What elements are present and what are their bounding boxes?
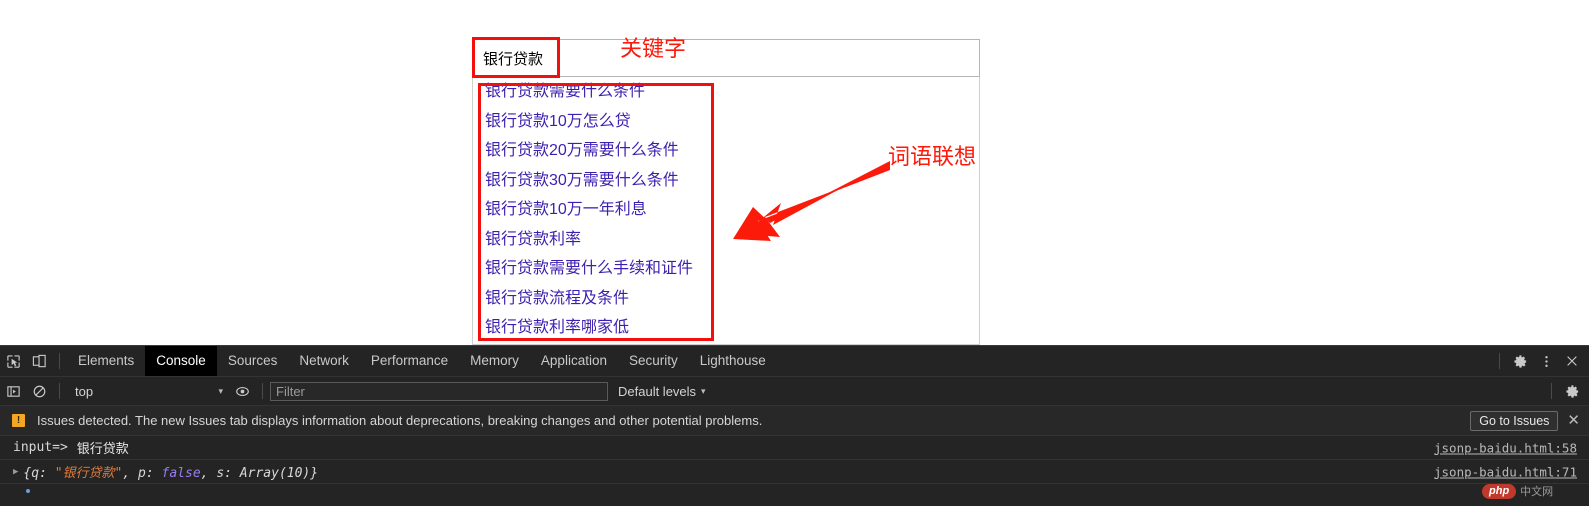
suggestion-item[interactable]: 银行贷款10万一年利息: [473, 195, 979, 225]
console-log-row[interactable]: input=> 银行贷款 jsonp-baidu.html:58: [0, 436, 1589, 460]
console-filter-input[interactable]: [270, 381, 608, 401]
gear-icon[interactable]: [1507, 348, 1533, 374]
object-open: {q:: [23, 466, 55, 481]
toolbar-divider: [59, 383, 60, 399]
suggestion-item[interactable]: 银行贷款需要什么手续和证件: [473, 254, 979, 284]
devtools-tabbar: Elements Console Sources Network Perform…: [0, 346, 1589, 377]
inspect-element-icon[interactable]: [0, 348, 26, 374]
console-log-label: input=>: [13, 440, 68, 455]
tab-performance[interactable]: Performance: [360, 346, 459, 376]
execution-context-select[interactable]: top ▾: [67, 381, 229, 401]
devtools-panel: Elements Console Sources Network Perform…: [0, 345, 1589, 506]
tab-sources[interactable]: Sources: [217, 346, 289, 376]
suggestion-item[interactable]: 银行贷款30万需要什么条件: [473, 166, 979, 196]
suggestion-item[interactable]: 银行贷款利率: [473, 225, 979, 255]
tab-security[interactable]: Security: [618, 346, 689, 376]
toolbar-divider: [1551, 383, 1552, 399]
console-sidebar-icon[interactable]: [0, 378, 26, 404]
toolbar-divider: [59, 353, 60, 369]
live-expression-icon[interactable]: [229, 378, 255, 404]
log-levels-select[interactable]: Default levels ▾: [618, 384, 706, 399]
console-toolbar: top ▾ Default levels ▾: [0, 377, 1589, 406]
suggestion-dropdown: 银行贷款需要什么条件 银行贷款10万怎么贷 银行贷款20万需要什么条件 银行贷款…: [472, 77, 980, 345]
expand-arrow-icon[interactable]: ▶: [13, 467, 18, 477]
console-row-marker-icon: [26, 489, 30, 493]
console-source-link[interactable]: jsonp-baidu.html:71: [1434, 464, 1577, 479]
tab-console[interactable]: Console: [145, 346, 217, 376]
devtools-tabbar-actions: [1492, 346, 1585, 376]
issues-banner: ! Issues detected. The new Issues tab di…: [0, 406, 1589, 436]
clear-console-icon[interactable]: [26, 378, 52, 404]
close-issues-banner-icon[interactable]: ✕: [1564, 413, 1583, 428]
suggestion-item[interactable]: 银行贷款10万怎么贷: [473, 107, 979, 137]
chevron-down-icon: ▾: [701, 385, 706, 396]
kebab-menu-icon[interactable]: [1533, 348, 1559, 374]
object-bool-value: false: [161, 466, 201, 481]
issues-message: Issues detected. The new Issues tab disp…: [37, 413, 763, 428]
chevron-down-icon: ▾: [218, 385, 223, 396]
suggestion-item[interactable]: 银行贷款20万需要什么条件: [473, 136, 979, 166]
execution-context-value: top: [75, 383, 94, 399]
browser-viewport: 银行贷款需要什么条件 银行贷款10万怎么贷 银行贷款20万需要什么条件 银行贷款…: [0, 0, 1589, 345]
device-toolbar-icon[interactable]: [26, 348, 52, 374]
tab-memory[interactable]: Memory: [459, 346, 530, 376]
console-log-text: 银行贷款: [76, 442, 129, 457]
tab-application[interactable]: Application: [530, 346, 618, 376]
tab-elements[interactable]: Elements: [67, 346, 145, 376]
console-partial-row: [0, 484, 1589, 497]
close-icon[interactable]: [1559, 348, 1585, 374]
search-input[interactable]: [472, 39, 980, 77]
console-toolbar-actions: [1544, 377, 1585, 405]
search-suggest-widget: 银行贷款需要什么条件 银行贷款10万怎么贷 银行贷款20万需要什么条件 银行贷款…: [472, 39, 980, 345]
issues-banner-actions: Go to Issues ✕: [1470, 406, 1583, 435]
console-object-row[interactable]: ▶ {q: "银行贷款", p: false, s: Array(10)} js…: [0, 460, 1589, 484]
log-levels-value: Default levels: [618, 383, 697, 399]
suggestion-item[interactable]: 银行贷款利率哪家低: [473, 313, 979, 343]
object-mid: , p:: [122, 466, 162, 481]
suggestion-item[interactable]: 银行贷款流程及条件: [473, 284, 979, 314]
console-object-value: {q: "银行贷款", p: false, s: Array(10)}: [23, 462, 318, 481]
object-tail: , s: Array(10)}: [200, 466, 319, 481]
tab-lighthouse[interactable]: Lighthouse: [689, 346, 777, 376]
warning-icon: !: [12, 414, 25, 427]
go-to-issues-button[interactable]: Go to Issues: [1470, 410, 1559, 431]
console-settings-gear-icon[interactable]: [1559, 378, 1585, 404]
toolbar-divider: [1499, 353, 1500, 369]
suggestion-item[interactable]: 银行贷款需要什么条件: [473, 77, 979, 107]
tab-network[interactable]: Network: [288, 346, 360, 376]
toolbar-divider: [262, 383, 263, 399]
object-string-value: "银行贷款": [54, 466, 123, 481]
console-source-link[interactable]: jsonp-baidu.html:58: [1434, 440, 1577, 455]
